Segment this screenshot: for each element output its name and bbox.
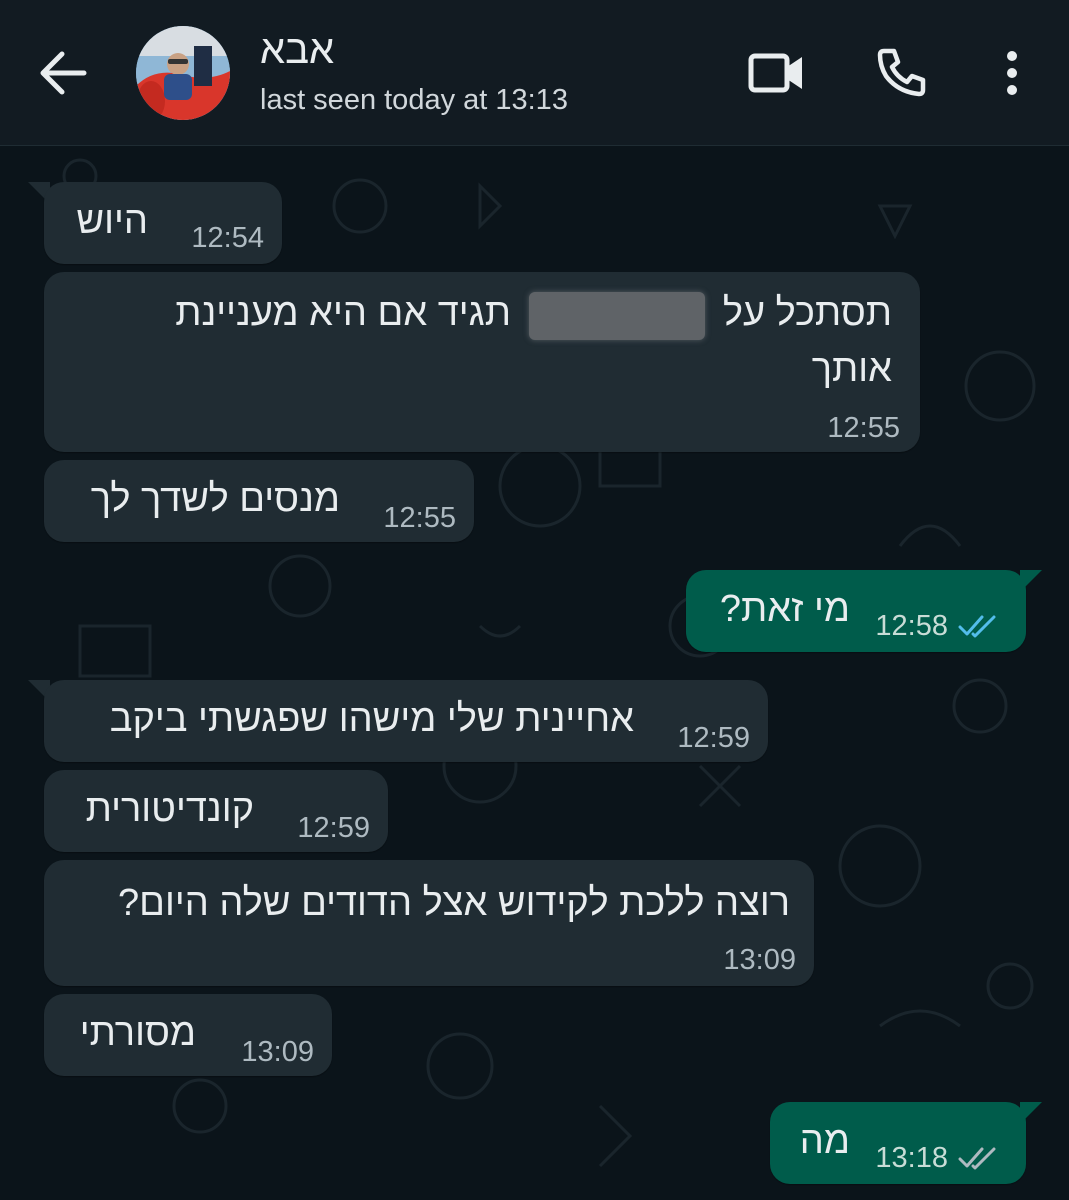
message-text: מה [799, 1120, 850, 1162]
message-time: 13:09 [241, 1036, 314, 1068]
message-text: אחיינית שלי מישהו שפגשתי ביקב [109, 698, 634, 740]
message-text: היוש [76, 200, 148, 242]
arrow-left-icon[interactable] [38, 50, 88, 96]
double-check-read-icon [958, 615, 996, 638]
phone-icon[interactable] [876, 46, 928, 98]
message-text: רוצה ללכת לקידוש אצל הדודים שלה היום? [118, 882, 790, 924]
message-time: 12:59 [297, 812, 370, 844]
message-time: 12:58 [875, 610, 948, 642]
message-bubble-incoming[interactable]: קונדיטורית 12:59 [44, 770, 388, 852]
message-text: תסתכל על [722, 292, 892, 334]
bubble-tail [1020, 570, 1042, 592]
message-text: קונדיטורית [85, 788, 254, 830]
video-call-icon[interactable] [748, 50, 806, 96]
message-bubble-incoming[interactable]: תסתכל על תגיד אם היא מעניינת אותך 12:55 [44, 272, 920, 452]
more-vertical-icon[interactable] [1002, 50, 1022, 96]
message-time: 12:55 [827, 412, 900, 444]
message-bubble-incoming[interactable]: מסורתי 13:09 [44, 994, 332, 1076]
message-bubble-incoming[interactable]: רוצה ללכת לקידוש אצל הדודים שלה היום? 13… [44, 860, 814, 986]
message-bubble-outgoing[interactable]: מה 13:18 [770, 1102, 1026, 1184]
message-time: 13:18 [875, 1142, 948, 1174]
message-bubble-incoming[interactable]: היוש 12:54 [44, 182, 282, 264]
bubble-tail [1020, 1102, 1042, 1124]
message-bubble-incoming[interactable]: אחיינית שלי מישהו שפגשתי ביקב 12:59 [44, 680, 768, 762]
message-text: מנסים לשדך לך [90, 478, 340, 520]
chat-area[interactable]: היוש 12:54 תסתכל על תגיד אם היא מעניינת … [0, 146, 1069, 1200]
message-time: 12:54 [191, 222, 264, 254]
message-text: אותך [811, 348, 892, 390]
last-seen-status: last seen today at 13:13 [260, 84, 568, 116]
message-time: 12:59 [677, 722, 750, 754]
message-bubble-incoming[interactable]: מנסים לשדך לך 12:55 [44, 460, 474, 542]
message-text: מי זאת? [719, 588, 850, 630]
message-text: מסורתי [79, 1012, 196, 1054]
chat-header: אבא last seen today at 13:13 [0, 0, 1069, 146]
message-text: תגיד אם היא מעניינת [175, 292, 511, 334]
contact-name[interactable]: אבא [260, 28, 334, 73]
message-time: 12:55 [383, 502, 456, 534]
double-check-delivered-icon [958, 1147, 996, 1170]
message-bubble-outgoing[interactable]: מי זאת? 12:58 [686, 570, 1026, 652]
avatar-photo [136, 26, 230, 120]
message-time: 13:09 [723, 944, 796, 976]
redacted-name [529, 292, 705, 340]
avatar[interactable] [136, 26, 230, 120]
